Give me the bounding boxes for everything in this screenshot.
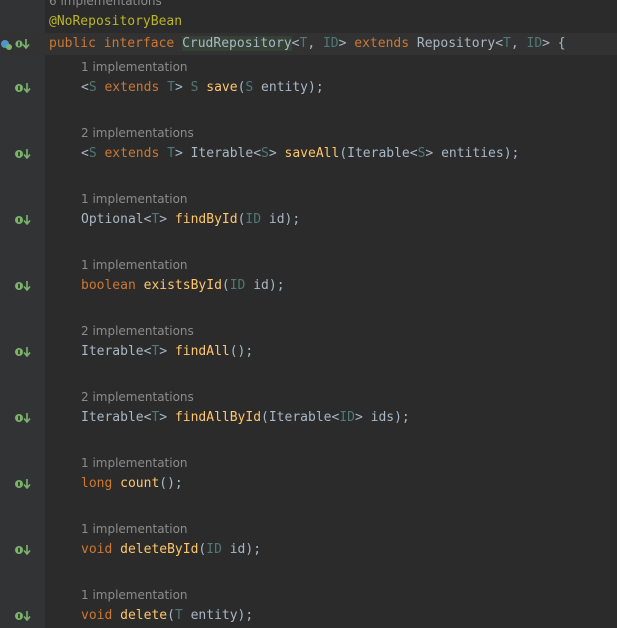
method-signature: void delete(T entity); — [81, 608, 254, 623]
implementations-hint[interactable]: 2 implementations — [81, 390, 194, 404]
code-line-method[interactable]: Optional<T> findById(ID id); — [0, 209, 617, 231]
code-line-method[interactable]: long count(); — [0, 473, 617, 495]
usages-hint[interactable]: 6 implementations — [49, 0, 162, 8]
method-name: findAllById — [174, 410, 262, 425]
method-name: existsById — [143, 278, 222, 293]
code-line-hint: 1 implementation — [0, 55, 617, 77]
implemented-method-icon[interactable] — [13, 345, 33, 359]
implementations-hint[interactable]: 1 implementation — [81, 522, 188, 536]
method-signature: boolean existsById(ID id); — [81, 278, 285, 293]
code-line-method[interactable]: void deleteById(ID id); — [0, 539, 617, 561]
code-line-hint: 1 implementation — [0, 187, 617, 209]
annotation-text: @NoRepositoryBean — [49, 14, 183, 29]
code-line-hint: 2 implementations — [0, 121, 617, 143]
code-line-hint: 1 implementation — [0, 253, 617, 275]
code-line-method[interactable]: <S extends T> Iterable<S> saveAll(Iterab… — [0, 143, 617, 165]
interface-declaration: public interface CrudRepository<T, ID> e… — [49, 36, 566, 51]
implemented-method-icon[interactable] — [13, 477, 33, 491]
method-name: save — [206, 80, 238, 95]
interface-implemented-icon[interactable] — [0, 37, 32, 51]
method-signature: Iterable<T> findAll(); — [81, 344, 254, 359]
implemented-method-icon[interactable] — [13, 543, 33, 557]
code-line-hint: 1 implementation — [0, 451, 617, 473]
code-line-method[interactable]: Iterable<T> findAllById(Iterable<ID> ids… — [0, 407, 617, 429]
code-line-method[interactable]: void delete(T entity); — [0, 605, 617, 627]
method-name: saveAll — [284, 146, 340, 161]
implementations-hint[interactable]: 1 implementation — [81, 60, 188, 74]
implemented-method-icon[interactable] — [13, 411, 33, 425]
method-signature: void deleteById(ID id); — [81, 542, 262, 557]
code-line-hint: 1 implementation — [0, 583, 617, 605]
code-line-hint: 2 implementations — [0, 319, 617, 341]
code-line-hint: 2 implementations — [0, 385, 617, 407]
implementations-hint[interactable]: 1 implementation — [81, 192, 188, 206]
method-name: findAll — [174, 344, 230, 359]
method-name: delete — [120, 608, 168, 623]
implemented-method-icon[interactable] — [13, 213, 33, 227]
implemented-method-icon[interactable] — [13, 609, 33, 623]
implementations-hint[interactable]: 2 implementations — [81, 126, 194, 140]
implementations-hint[interactable]: 1 implementation — [81, 258, 188, 272]
method-signature: <S extends T> Iterable<S> saveAll(Iterab… — [81, 146, 520, 161]
code-line-method[interactable]: <S extends T> S save(S entity); — [0, 77, 617, 99]
implemented-method-icon[interactable] — [13, 279, 33, 293]
method-name: deleteById — [120, 542, 199, 557]
code-line-annotation[interactable]: @NoRepositoryBean — [0, 11, 617, 33]
method-signature: Optional<T> findById(ID id); — [81, 212, 301, 227]
method-signature: <S extends T> S save(S entity); — [81, 80, 324, 95]
method-signature: Iterable<T> findAllById(Iterable<ID> ids… — [81, 410, 410, 425]
code-editor[interactable]: 6 implementations @NoRepositoryBean publ… — [0, 0, 617, 628]
method-signature: long count(); — [81, 476, 183, 491]
code-line-method[interactable]: Iterable<T> findAll(); — [0, 341, 617, 363]
code-line-method[interactable]: boolean existsById(ID id); — [0, 275, 617, 297]
implementations-hint[interactable]: 2 implementations — [81, 324, 194, 338]
implementations-hint[interactable]: 1 implementation — [81, 456, 188, 470]
implementations-hint[interactable]: 1 implementation — [81, 588, 188, 602]
implemented-method-icon[interactable] — [13, 81, 33, 95]
code-line-hint: 1 implementation — [0, 517, 617, 539]
interface-name: CrudRepository — [182, 36, 292, 51]
method-name: findById — [174, 212, 238, 227]
method-name: count — [120, 476, 160, 491]
code-line-declaration[interactable]: public interface CrudRepository<T, ID> e… — [0, 33, 617, 55]
implemented-method-icon[interactable] — [13, 147, 33, 161]
